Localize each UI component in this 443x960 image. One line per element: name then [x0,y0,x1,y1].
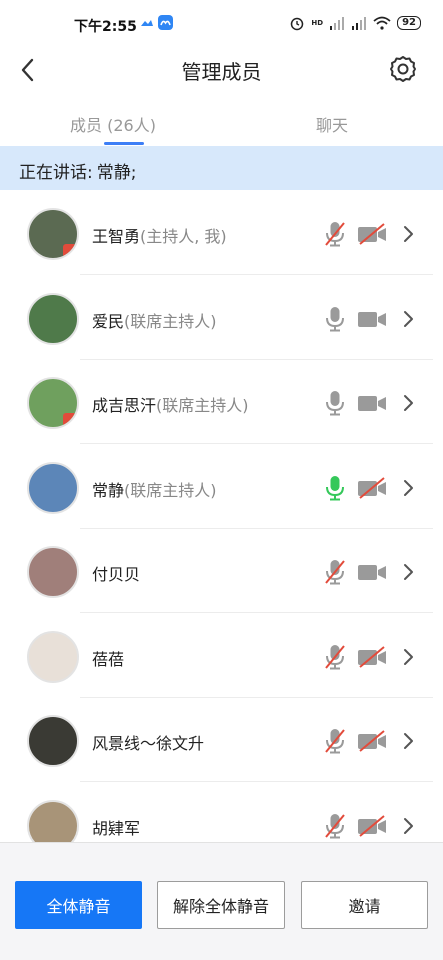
mic-muted-icon[interactable] [322,727,348,755]
member-name: 蓓蓓 [92,649,125,669]
member-row[interactable]: 成吉思汗(联席主持人) [0,359,443,444]
member-list[interactable]: 王智勇(主持人, 我) 爱民(联席主持人) 成吉思汗(联席主持人) 常静(联席主持人)… [0,190,443,842]
gear-icon[interactable] [389,55,417,83]
member-role: (联席主持人) [156,396,249,415]
chevron-right-icon[interactable] [400,647,416,667]
tab-active-indicator [104,142,144,145]
member-role: (主持人, 我) [140,227,227,246]
member-row[interactable]: 风景线～徐文升 [0,697,443,782]
chevron-right-icon[interactable] [400,731,416,751]
member-name-line: 爱民(联席主持人) [92,308,217,332]
camera-off-icon[interactable] [357,814,387,837]
mute-all-button[interactable]: 全体静音 [15,881,142,929]
cloud-icon [141,20,153,26]
member-name-line: 风景线～徐文升 [92,730,204,754]
speaking-names: 常静; [96,163,137,183]
member-name-line: 付贝贝 [92,561,140,585]
avatar [27,799,79,842]
member-role: (联席主持人) [124,311,217,331]
microphone-icon[interactable] [322,305,348,333]
status-right: HD 92 [289,15,421,31]
member-name-line: 王智勇(主持人, 我) [92,223,227,247]
battery-indicator: 92 [397,16,421,30]
tab-bar: 成员 (26人) 聊天 [0,92,443,146]
mic-muted-icon[interactable] [322,812,348,840]
mic-muted-icon[interactable] [322,220,348,248]
chevron-right-icon[interactable] [400,816,416,836]
member-name: 成吉思汗 [92,396,157,415]
chevron-right-icon[interactable] [400,224,416,244]
camera-icon[interactable] [357,308,387,330]
member-name-line: 蓓蓓 [92,646,124,670]
member-name: 风景线～徐文升 [92,734,205,753]
avatar [27,630,79,683]
member-name: 王智勇 [92,227,141,246]
chevron-right-icon[interactable] [400,309,416,329]
avatar [27,715,79,767]
host-badge [63,244,77,258]
status-bar: 下午2:55 HD 92 [0,0,443,48]
member-row[interactable]: 爱民(联席主持人) [0,275,443,360]
alarm-icon [291,17,304,31]
member-row[interactable]: 蓓蓓 [0,613,443,698]
tab-members[interactable]: 成员 (26人) [70,112,156,136]
member-name-line: 常静(联席主持人) [92,477,217,501]
host-badge [63,413,77,427]
microphone-icon[interactable] [322,474,348,502]
member-name: 常静 [92,480,125,500]
avatar [27,461,79,514]
microphone-icon[interactable] [322,389,348,417]
camera-off-icon[interactable] [357,223,387,245]
member-name: 爱民 [92,311,125,331]
camera-icon[interactable] [357,561,387,583]
chevron-right-icon[interactable] [400,478,416,498]
unmute-all-button[interactable]: 解除全体静音 [157,881,285,929]
tab-chat[interactable]: 聊天 [316,112,348,136]
avatar [27,208,79,260]
footer-actions: 全体静音 解除全体静音 邀请 [0,842,443,960]
avatar [27,377,79,429]
member-name-line: 胡肄军 [92,815,140,839]
avatar [27,292,79,345]
member-name-line: 成吉思汗(联席主持人) [92,392,249,416]
member-name: 付贝贝 [92,565,141,584]
wifi-icon [373,16,391,30]
member-name: 胡肄军 [92,818,141,838]
signal-icon-2 [352,17,367,30]
signal-icon [330,17,345,30]
camera-off-icon[interactable] [357,645,387,668]
hd-label: HD [311,19,324,27]
mic-muted-icon[interactable] [322,643,348,671]
status-time: 下午2:55 [74,19,137,35]
member-role: (联席主持人) [124,480,217,500]
speaking-banner: 正在讲话: 常静; [0,146,443,190]
member-row[interactable]: 付贝贝 [0,528,443,613]
member-row[interactable]: 王智勇(主持人, 我) [0,190,443,275]
speaking-prefix: 正在讲话: [19,163,93,183]
header: 管理成员 [0,48,443,92]
camera-icon[interactable] [357,392,387,414]
member-row[interactable]: 胡肄军 [0,782,443,842]
page-title: 管理成员 [181,60,262,84]
mic-muted-icon[interactable] [322,558,348,586]
member-row[interactable]: 常静(联席主持人) [0,444,443,529]
invite-button[interactable]: 邀请 [301,881,428,929]
chevron-right-icon[interactable] [400,562,416,582]
avatar [27,546,79,598]
app-icon [158,15,173,30]
camera-off-icon[interactable] [357,730,387,752]
chevron-right-icon[interactable] [400,393,416,413]
camera-off-icon[interactable] [357,476,387,499]
